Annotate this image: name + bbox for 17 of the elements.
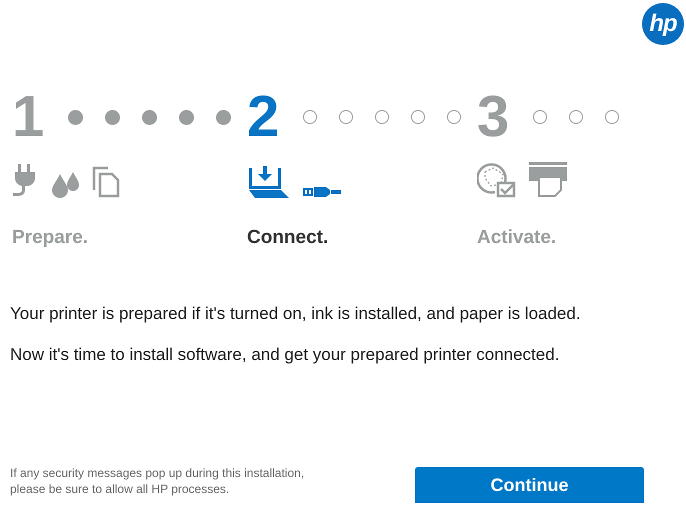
step-label: Activate. [477,226,558,250]
step-number: 1 [12,94,46,140]
instruction-text: Your printer is prepared if it's turned on, ink is installed, and paper is loaded. [10,302,582,324]
security-note: If any security messages pop up during this installation, please be sure to allow all HP processes. [10,465,306,497]
printer-icon [529,162,569,198]
copy-pages-icon [92,166,120,198]
step-number: 2 [247,94,280,140]
logo-text: hp [649,12,677,36]
step-label: Prepare. [12,226,90,250]
plug-icon [12,164,38,198]
laptop-download-icon [247,164,291,198]
usb-plug-icon [303,186,341,198]
step-number: 3 [477,94,510,140]
instruction-text: Now it's time to install software, and get your prepared printer connected. [10,344,560,366]
globe-check-icon [477,162,517,198]
continue-button[interactable]: Continue [415,467,644,503]
step-label: Connect. [247,226,330,250]
